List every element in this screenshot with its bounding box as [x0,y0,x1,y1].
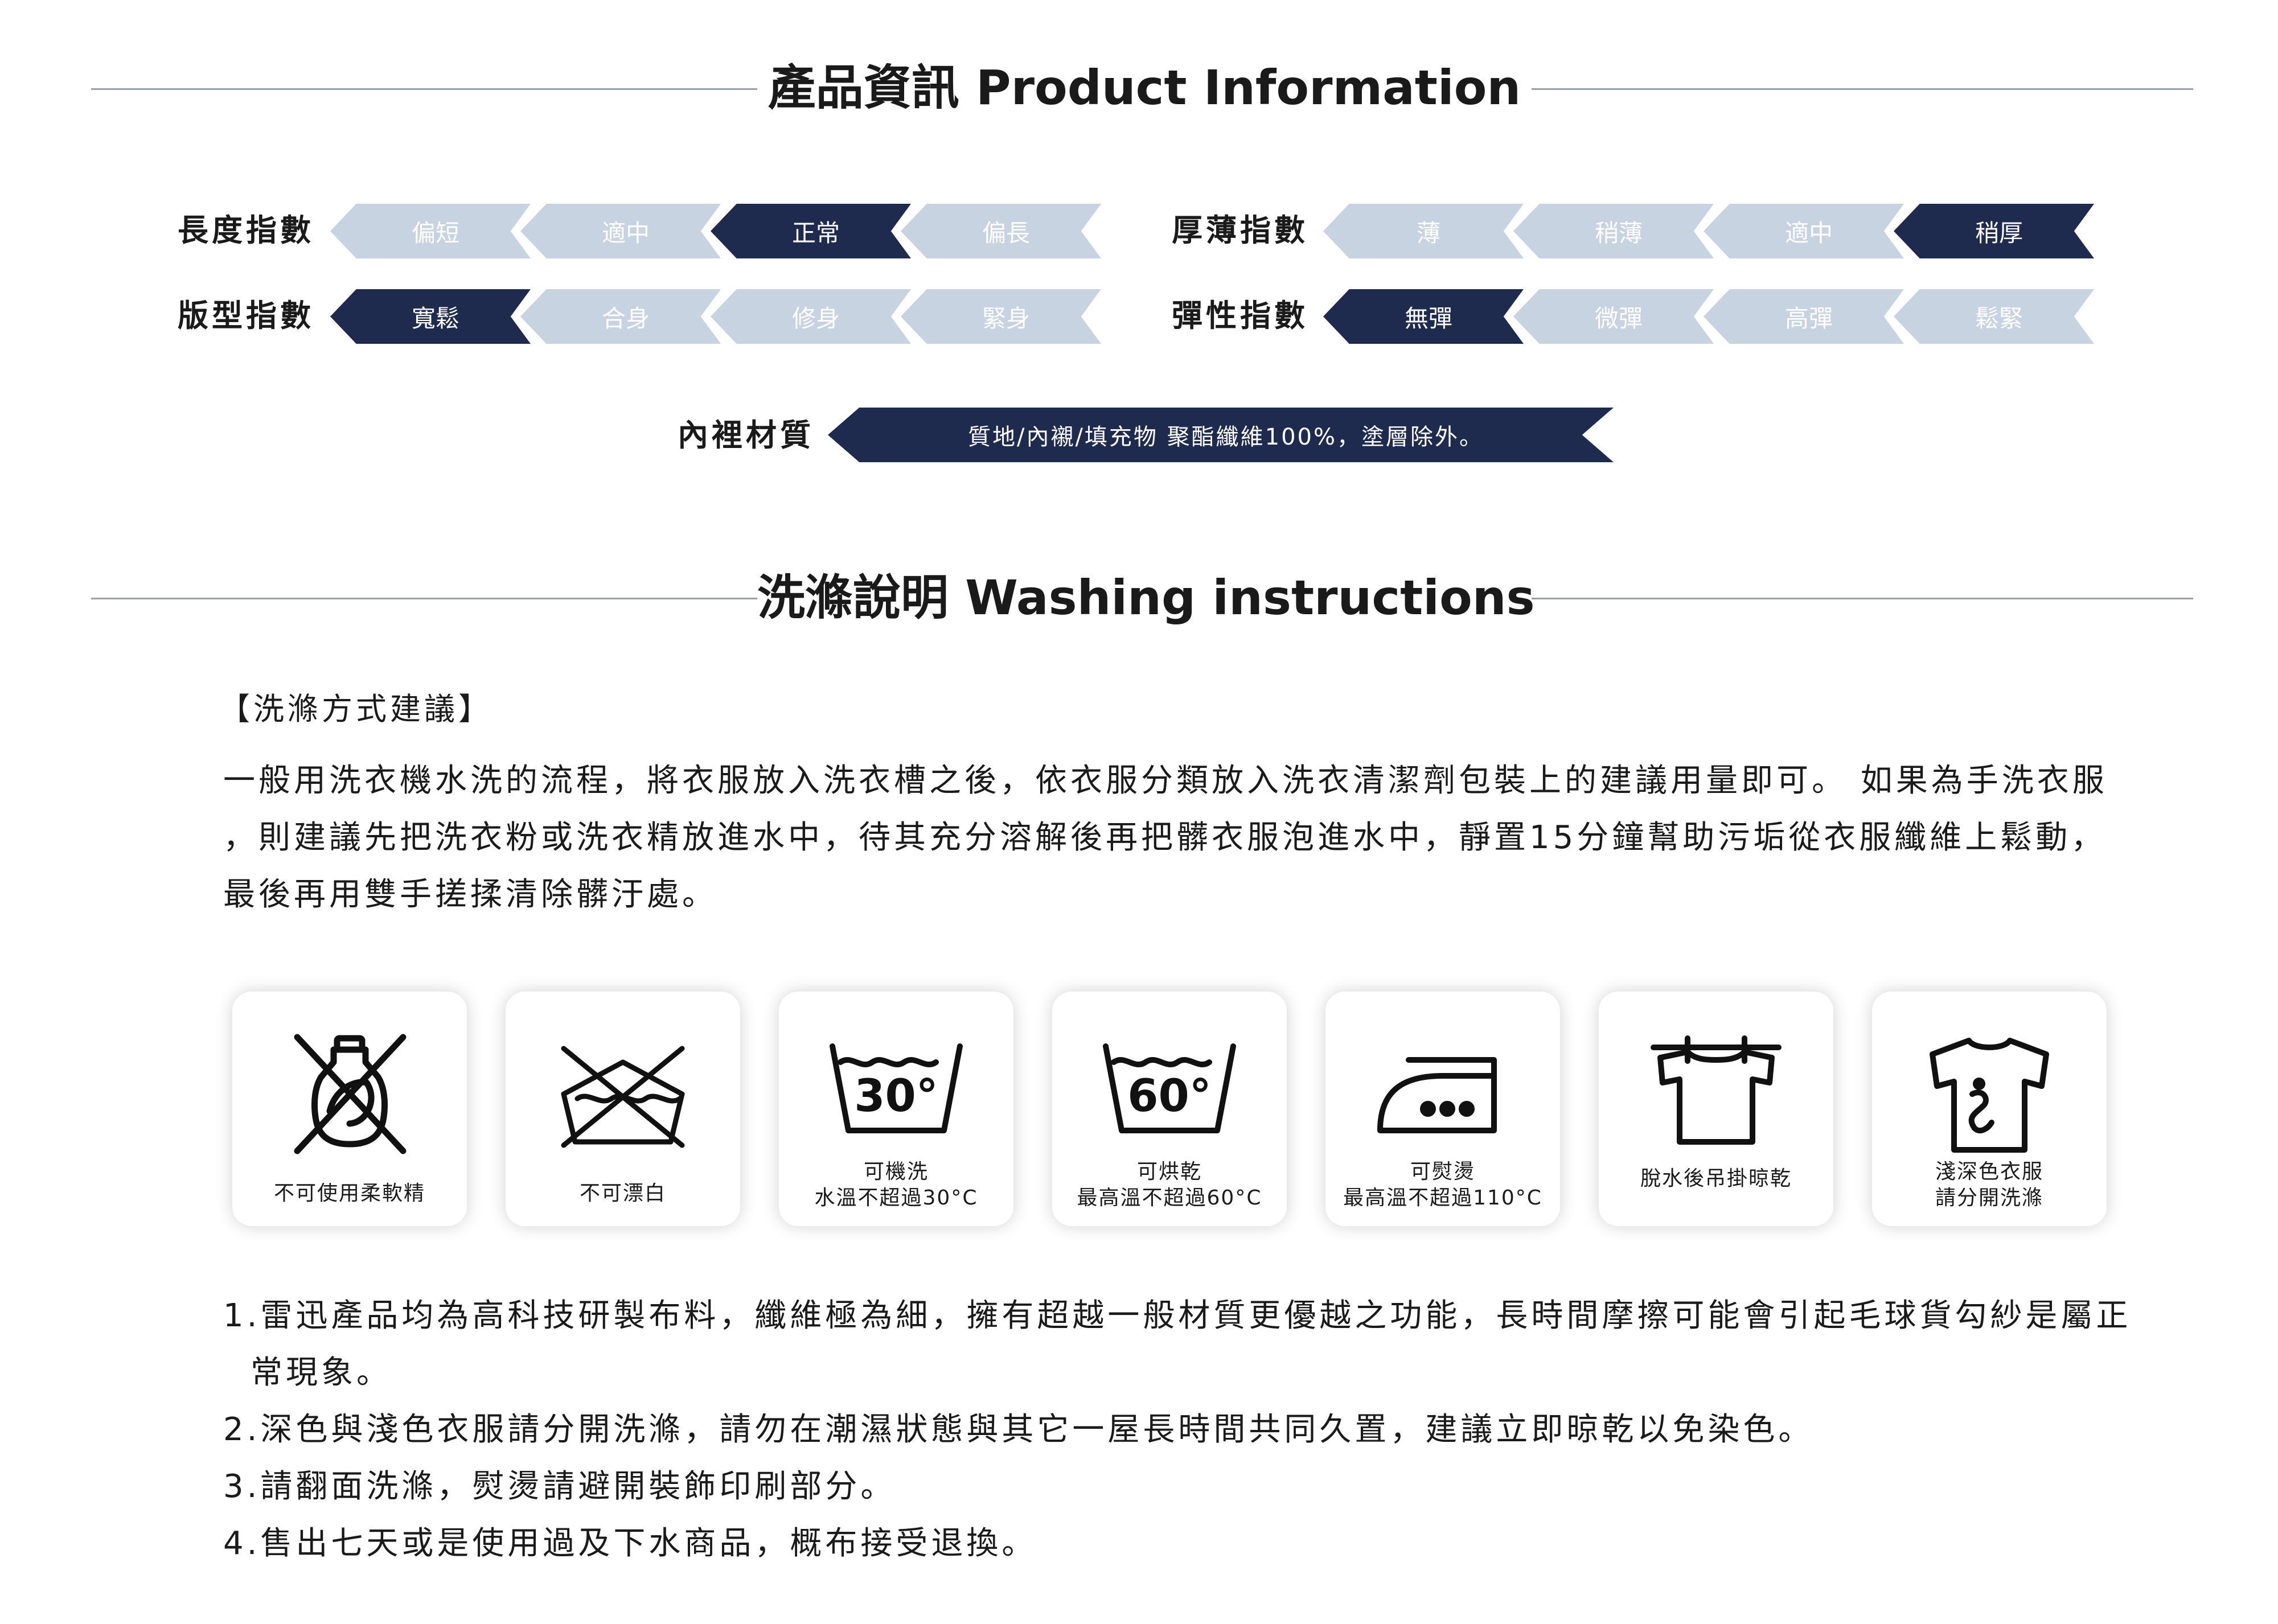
elasticity-option: 高彈 [1704,289,1904,344]
thickness-option: 稍薄 [1513,204,1714,258]
fit-option: 緊身 [901,289,1101,344]
care-label: 淺深色衣服 請分開洗滌 [1935,1160,2043,1210]
washing-title: 洗滌說明 Washing instructions [757,570,1535,626]
note-line: 常現象。 [251,1354,392,1391]
machine-wash-30-icon: 30° [830,1043,963,1133]
length-option: 偏短 [330,204,531,258]
elasticity-label: 彈性指數 [1172,298,1308,334]
care-card-tumble-dry: 60° 可烘乾 最高溫不超過60°C [1052,992,1287,1226]
elasticity-option: 鬆緊 [1894,289,2094,344]
length-label: 長度指數 [178,212,314,248]
washing-paragraph-line: ，則建議先把洗衣粉或洗衣精放進水中，待其充分溶解後再把髒衣服泡進水中，靜置15分… [223,819,2107,856]
length-option: 偏長 [901,204,1101,258]
care-card-wash-separately: 淺深色衣服 請分開洗滌 [1872,992,2107,1226]
iron-icon [1377,1057,1497,1133]
thickness-option: 薄 [1323,204,1524,258]
thickness-label: 厚薄指數 [1172,212,1308,248]
elasticity-option: 微彈 [1513,289,1714,344]
elasticity-option: 無彈 [1323,289,1524,344]
divider-left [91,88,757,90]
care-card-machine-wash: 30° 可機洗 水溫不超過30°C [779,992,1013,1226]
care-label: 可熨燙 最高溫不超過110°C [1343,1160,1542,1210]
divider-left [91,598,757,599]
washing-subheading: 【洗滌方式建議】 [219,691,492,727]
care-card-no-softener: 不可使用柔軟精 [232,992,467,1226]
wash-temp-text: 30° [854,1071,938,1122]
lining-label: 內裡材質 [678,417,814,453]
care-label: 不可使用柔軟精 [273,1182,425,1205]
thickness-option: 稍厚 [1894,204,2094,258]
care-label: 可機洗 水溫不超過30°C [814,1160,978,1210]
care-card-no-bleach: 不可漂白 [506,992,740,1226]
wash-separately-icon [1930,1038,2049,1153]
note-line: 1.雷迅產品均為高科技研製布料，纖維極為細，擁有超越一般材質更優越之功能，長時間… [223,1297,2132,1334]
no-fabric-softener-icon [294,1034,407,1154]
length-option: 正常 [711,204,911,258]
lining-value: 質地/內襯/填充物 聚酯纖維100%，塗層除外。 [828,408,1614,462]
thickness-option: 適中 [1704,204,1904,258]
care-card-iron: 可熨燙 最高溫不超過110°C [1325,992,1560,1226]
length-option: 適中 [520,204,721,258]
note-line: 2.深色與淺色衣服請分開洗滌，請勿在潮濕狀態與其它一屋長時間共同久置，建議立即晾… [223,1411,1814,1448]
fit-option: 合身 [520,289,721,344]
divider-right [1532,598,2193,599]
fit-option: 寬鬆 [330,289,531,344]
care-card-line-dry: 脫水後吊掛晾乾 [1599,992,1833,1226]
note-line: 3.請翻面洗滌，熨燙請避開裝飾印刷部分。 [223,1468,896,1505]
fit-label: 版型指數 [178,298,314,334]
dry-temp-text: 60° [1127,1071,1212,1122]
washing-paragraph-line: 一般用洗衣機水洗的流程，將衣服放入洗衣槽之後，依衣服分類放入洗衣清潔劑包裝上的建… [223,762,2108,799]
washing-paragraph-line: 最後再用雙手搓揉清除髒汙處。 [223,876,717,913]
note-line: 4.售出七天或是使用過及下水商品，概布接受退換。 [223,1525,1037,1562]
tumble-dry-60-icon: 60° [1103,1043,1236,1133]
fit-option: 修身 [711,289,911,344]
divider-right [1532,88,2193,90]
care-label: 脫水後吊掛晾乾 [1640,1167,1792,1190]
care-label: 不可漂白 [579,1182,666,1205]
line-dry-icon [1651,1035,1782,1145]
product-info-title: 產品資訊 Product Information [767,60,1521,116]
no-bleach-icon [561,1046,685,1148]
care-label: 可烘乾 最高溫不超過60°C [1077,1160,1262,1210]
